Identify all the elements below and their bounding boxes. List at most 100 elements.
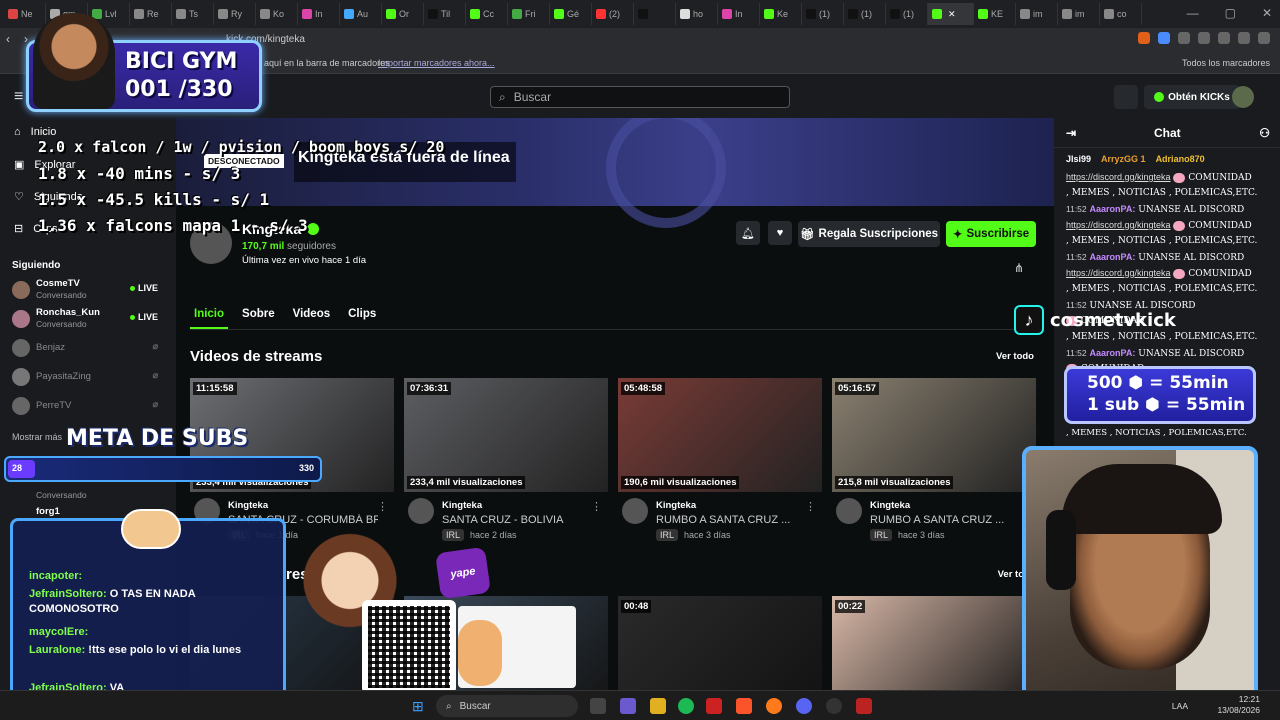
app-icon[interactable] (856, 698, 872, 714)
brave-icon[interactable] (736, 698, 752, 714)
sidebar-item-inicio[interactable]: ⌂ Inicio (14, 126, 56, 138)
video-card[interactable]: 05:16:57 215,8 mil visualizaciones Kingtek… (832, 378, 1036, 548)
gift-subs-button[interactable]: 🎁︎ Regala Suscripciones (798, 221, 940, 247)
video-card[interactable]: 05:48:58 190,6 mil visualizaciones Kingtek… (618, 378, 822, 548)
streams-see-all[interactable]: Ver todo (996, 351, 1034, 362)
browser-tab[interactable]: (1) (802, 3, 844, 25)
browser-tab[interactable]: Ke (760, 3, 802, 25)
close-tab-icon[interactable]: ✕ (948, 9, 956, 20)
video-channel[interactable]: Kingteka (442, 500, 482, 511)
menu-icon[interactable] (1258, 32, 1270, 44)
browser-tab[interactable]: Ry (214, 3, 256, 25)
browser-tab[interactable]: KE (974, 3, 1016, 25)
browser-tab[interactable]: Til (424, 3, 466, 25)
chat-username[interactable]: AaaronPA: (1090, 204, 1136, 214)
browser-tab[interactable]: Ko (256, 3, 298, 25)
subscribe-button[interactable]: ✦ Suscribirse (946, 221, 1036, 247)
category-tag[interactable]: IRL (656, 529, 679, 541)
system-clock[interactable]: 12:21 13/08/2026 (1217, 694, 1260, 716)
follow-heart-icon[interactable]: ♥ (768, 221, 792, 245)
followed-channel[interactable]: Ronchas_Kun Conversando LIVE (12, 307, 162, 333)
browser-tab[interactable]: Or (382, 3, 424, 25)
browser-tab[interactable]: In (298, 3, 340, 25)
browser-tab[interactable]: Ts (172, 3, 214, 25)
chat-link[interactable]: https://discord.gg/kingteka (1066, 220, 1171, 230)
chat-link[interactable]: https://discord.gg/kingteka (1066, 268, 1171, 278)
video-channel[interactable]: Kingteka (228, 500, 268, 511)
app-icon[interactable] (620, 698, 636, 714)
video-title[interactable]: RUMBO A SANTA CRUZ ... (870, 514, 1020, 526)
category-tag[interactable]: IRL (442, 529, 465, 541)
browser-tab[interactable]: ho (676, 3, 718, 25)
browser-tab[interactable] (634, 3, 676, 25)
task-view-icon[interactable] (590, 698, 606, 714)
user-avatar[interactable] (1232, 86, 1254, 108)
video-channel[interactable]: Kingteka (870, 500, 910, 511)
category-tag[interactable]: IRL (870, 529, 893, 541)
video-thumbnail[interactable]: 05:48:58 190,6 mil visualizaciones (618, 378, 822, 492)
video-card[interactable]: 07:36:31 233,4 mil visualizaciones Kingtek… (404, 378, 608, 548)
notifications-bell-icon[interactable]: 🔔︎ (736, 221, 760, 245)
spotify-icon[interactable] (678, 698, 694, 714)
channel-avatar[interactable] (408, 498, 434, 524)
browser-tab[interactable]: im (1058, 3, 1100, 25)
file-explorer-icon[interactable] (650, 698, 666, 714)
browser-tab[interactable]: ✕ (928, 3, 974, 25)
browser-tab[interactable]: Cc (466, 3, 508, 25)
discord-icon[interactable] (796, 698, 812, 714)
tab-clips[interactable]: Clips (344, 304, 380, 329)
browser-tab[interactable]: Ne (4, 3, 46, 25)
followed-channel[interactable]: PayasitaZing ⌀ (12, 365, 162, 391)
chat-users-icon[interactable]: ⚇ (1259, 126, 1270, 140)
obs-icon[interactable] (826, 698, 842, 714)
collapse-chat-icon[interactable]: ⇥ (1066, 126, 1076, 140)
top-supporter[interactable]: Adriano870 (1156, 154, 1205, 164)
browser-tab[interactable]: co (1100, 3, 1142, 25)
extension-icon[interactable] (1238, 32, 1250, 44)
tab-inicio[interactable]: Inicio (190, 304, 229, 329)
top-supporter[interactable]: ArryzGG 1 (1101, 154, 1146, 164)
share-icon[interactable]: ⋔ (1014, 261, 1024, 275)
browser-tab[interactable]: (1) (844, 3, 886, 25)
followed-channel[interactable]: PerreTV ⌀ (12, 394, 162, 420)
taskbar-search[interactable]: ⌕ Buscar (436, 695, 578, 717)
browser-tab[interactable]: Re (130, 3, 172, 25)
windows-start-icon[interactable]: ⊞ (412, 698, 424, 715)
video-channel[interactable]: Kingteka (656, 500, 696, 511)
more-options-icon[interactable]: ⋮ (591, 500, 602, 513)
extension-icon[interactable] (1138, 32, 1150, 44)
channel-avatar[interactable] (622, 498, 648, 524)
all-bookmarks-folder[interactable]: Todos los marcadores (1182, 58, 1270, 68)
partial-follow-name[interactable]: forg1 (36, 506, 60, 517)
maximize-button[interactable]: ▢ (1225, 6, 1236, 20)
video-thumbnail[interactable]: 05:16:57 215,8 mil visualizaciones (832, 378, 1036, 492)
chat-link[interactable]: https://discord.gg/kingteka (1066, 172, 1171, 182)
tab-videos[interactable]: Videos (289, 304, 335, 329)
extension-icon[interactable] (1198, 32, 1210, 44)
followed-channel[interactable]: Benjaz ⌀ (12, 336, 162, 362)
extension-icon[interactable] (1218, 32, 1230, 44)
back-icon[interactable]: ‹ (6, 32, 10, 46)
browser-tab[interactable]: Fri (508, 3, 550, 25)
clips-see-all[interactable]: Ver to (998, 569, 1024, 580)
extension-icon[interactable] (1178, 32, 1190, 44)
chat-username[interactable]: AaaronPA: (1090, 252, 1136, 262)
more-options-icon[interactable]: ⋮ (377, 500, 388, 513)
close-window-button[interactable]: ✕ (1262, 6, 1272, 20)
chat-username[interactable]: AaaronPA: (1090, 348, 1136, 358)
import-bookmarks-link[interactable]: Importar marcadores ahora... (378, 58, 495, 68)
top-supporter[interactable]: Jlsi99 (1066, 154, 1091, 164)
video-title[interactable]: SANTA CRUZ - BOLIVIA (442, 514, 592, 526)
show-more-link[interactable]: Mostrar más (12, 432, 62, 442)
channel-avatar[interactable] (836, 498, 862, 524)
firefox-icon[interactable] (766, 698, 782, 714)
extension-icon[interactable] (1158, 32, 1170, 44)
video-title[interactable]: RUMBO A SANTA CRUZ ... (656, 514, 806, 526)
more-options-icon[interactable]: ⋮ (805, 500, 816, 513)
tab-sobre[interactable]: Sobre (238, 304, 279, 329)
minimize-button[interactable]: — (1187, 6, 1199, 20)
hamburger-menu-icon[interactable]: ≡ (14, 88, 23, 106)
browser-tab[interactable]: (2) (592, 3, 634, 25)
browser-tab[interactable]: Au (340, 3, 382, 25)
browser-tab[interactable]: (1) (886, 3, 928, 25)
